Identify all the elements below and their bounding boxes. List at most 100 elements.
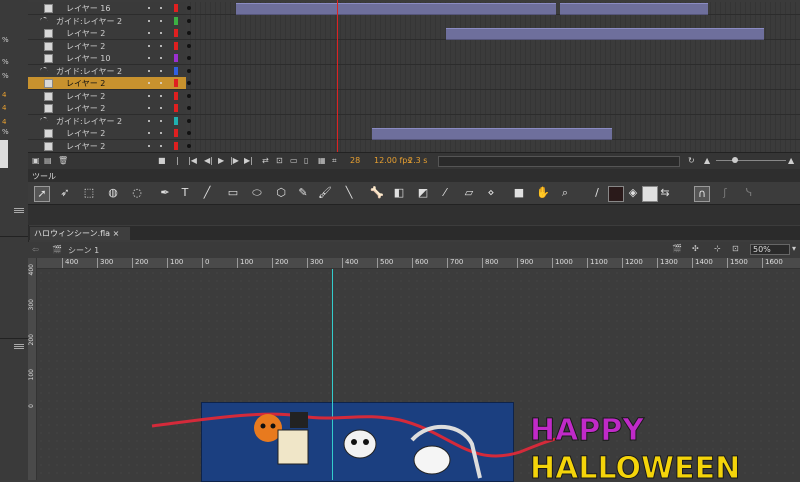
brush-tool-icon[interactable]: 🖌 bbox=[318, 186, 332, 200]
timeline-layer-row[interactable]: レイヤー 10 bbox=[28, 52, 800, 65]
timeline-scrollbar[interactable] bbox=[438, 156, 680, 167]
free-transform-icon[interactable]: ⬚ bbox=[82, 186, 96, 200]
keyframe[interactable] bbox=[187, 6, 191, 10]
oval-tool-icon[interactable]: ⬭ bbox=[250, 186, 264, 200]
sync-icon[interactable]: ↻ bbox=[688, 156, 695, 165]
paint-bucket-icon[interactable]: ◧ bbox=[392, 186, 406, 200]
layer-color-swatch[interactable] bbox=[174, 116, 178, 125]
selection-tool-icon[interactable]: ➚ bbox=[34, 186, 50, 202]
layer-color-swatch[interactable] bbox=[174, 4, 178, 12]
paint-brush-icon[interactable]: ╲ bbox=[342, 186, 356, 200]
timeline-layer-row[interactable]: レイヤー 2 bbox=[28, 139, 800, 153]
timeline-layer-row[interactable]: レイヤー 2 bbox=[28, 89, 800, 103]
center-frame-icon[interactable]: ⊡ bbox=[276, 156, 283, 165]
fill-color-icon[interactable]: ◈ bbox=[626, 186, 640, 200]
keyframe[interactable] bbox=[187, 43, 191, 48]
keyframe[interactable] bbox=[187, 81, 191, 85]
layer-name[interactable]: レイヤー 2 bbox=[66, 28, 105, 39]
visibility-dot[interactable] bbox=[148, 132, 150, 134]
camera-tool-icon[interactable]: ■ bbox=[512, 186, 526, 200]
layer-header[interactable]: レイヤー 2 bbox=[28, 89, 186, 102]
timeline-layer-row[interactable]: レイヤー 16 bbox=[28, 2, 800, 15]
keyframe[interactable] bbox=[187, 31, 191, 35]
pencil-tool-icon[interactable]: ✎ bbox=[296, 186, 310, 200]
zoom-slider[interactable] bbox=[716, 160, 786, 161]
timeline-layer-row[interactable]: レイヤー 2 bbox=[28, 39, 800, 53]
timeline-layer-row[interactable]: レイヤー 2 bbox=[28, 77, 800, 90]
loop-icon[interactable]: ⇄ bbox=[262, 156, 269, 165]
layer-name[interactable]: ガイド:レイヤー 2 bbox=[56, 116, 122, 127]
timeline-layer-row[interactable]: レイヤー 2 bbox=[28, 127, 800, 140]
halloween-artwork[interactable]: HAPPY HALLOWEEN bbox=[0, 380, 800, 480]
visibility-dot[interactable] bbox=[148, 32, 150, 34]
stroke-color-swatch[interactable] bbox=[608, 186, 624, 202]
layer-color-swatch[interactable] bbox=[174, 79, 178, 87]
timeline-layer-row[interactable]: ガイド:レイヤー 2 bbox=[28, 14, 800, 28]
visibility-dot[interactable] bbox=[160, 19, 162, 22]
timeline-layer-row[interactable]: ガイド:レイヤー 2 bbox=[28, 64, 800, 78]
layer-header[interactable]: ガイド:レイヤー 2 bbox=[28, 14, 186, 27]
layer-color-swatch[interactable] bbox=[174, 54, 178, 62]
prev-frame-icon[interactable]: ◀| bbox=[204, 156, 213, 165]
visibility-dot[interactable] bbox=[160, 107, 162, 109]
timeline-layer-row[interactable]: ガイド:レイヤー 2 bbox=[28, 114, 800, 128]
scene-name[interactable]: シーン 1 bbox=[68, 245, 99, 256]
edit-symbol-icon[interactable]: ✣ bbox=[692, 244, 699, 253]
layer-name[interactable]: レイヤー 10 bbox=[66, 53, 110, 64]
stroke-color-icon[interactable]: / bbox=[590, 186, 604, 200]
layer-header[interactable]: レイヤー 10 bbox=[28, 52, 186, 64]
next-frame-icon[interactable]: |▶ bbox=[230, 156, 239, 165]
zoom-in-icon[interactable]: ▲ bbox=[788, 156, 794, 165]
onion-skin-icon[interactable]: ▭ bbox=[290, 156, 298, 165]
pen-tool-icon[interactable]: ✒ bbox=[158, 186, 172, 200]
rectangle-tool-icon[interactable]: ▭ bbox=[226, 186, 240, 200]
layer-name[interactable]: レイヤー 2 bbox=[66, 78, 105, 89]
layer-color-swatch[interactable] bbox=[174, 104, 178, 112]
camera-icon[interactable]: ■ bbox=[158, 156, 166, 165]
visibility-dot[interactable] bbox=[148, 119, 150, 122]
timeline-layer-row[interactable]: レイヤー 2 bbox=[28, 102, 800, 115]
motion-tween[interactable] bbox=[236, 3, 556, 15]
ink-bottle-icon[interactable]: ◩ bbox=[416, 186, 430, 200]
subselection-tool-icon[interactable]: ➶ bbox=[58, 186, 72, 200]
panel-menu-icon[interactable] bbox=[14, 344, 24, 345]
keyframe[interactable] bbox=[187, 18, 191, 23]
keyframe[interactable] bbox=[187, 131, 191, 135]
new-layer-icon[interactable]: ▣ bbox=[32, 156, 40, 165]
visibility-dot[interactable] bbox=[148, 57, 150, 59]
value-label[interactable]: 4 bbox=[2, 118, 6, 126]
polystar-tool-icon[interactable]: ⬡ bbox=[274, 186, 288, 200]
play-icon[interactable]: ▶ bbox=[218, 156, 224, 165]
visibility-dot[interactable] bbox=[160, 94, 162, 97]
fps-value[interactable]: 12.00 fps bbox=[374, 156, 412, 165]
frame-track[interactable] bbox=[186, 102, 800, 114]
layer-header[interactable]: レイヤー 2 bbox=[28, 27, 186, 39]
layer-header[interactable]: レイヤー 2 bbox=[28, 139, 186, 152]
layer-name[interactable]: ガイド:レイヤー 2 bbox=[56, 16, 122, 27]
visibility-dot[interactable] bbox=[148, 94, 150, 97]
swatch[interactable] bbox=[0, 140, 8, 168]
visibility-dot[interactable] bbox=[160, 57, 162, 59]
layer-header[interactable]: レイヤー 2 bbox=[28, 77, 186, 89]
motion-tween[interactable] bbox=[446, 28, 764, 40]
snap-magnet-icon[interactable]: ∩ bbox=[694, 186, 710, 202]
keyframe[interactable] bbox=[187, 118, 191, 123]
keyframe[interactable] bbox=[187, 93, 191, 98]
frame-track[interactable] bbox=[186, 14, 800, 27]
frame-track[interactable] bbox=[186, 39, 800, 52]
layer-color-swatch[interactable] bbox=[174, 129, 178, 137]
frame-track[interactable] bbox=[186, 139, 800, 152]
layer-name[interactable]: レイヤー 2 bbox=[66, 128, 105, 139]
text-tool-icon[interactable]: T bbox=[178, 186, 192, 200]
frame-track[interactable] bbox=[186, 89, 800, 102]
zoom-out-icon[interactable]: ▲ bbox=[704, 156, 710, 165]
visibility-dot[interactable] bbox=[160, 7, 162, 9]
motion-tween[interactable] bbox=[372, 128, 612, 140]
chevron-down-icon[interactable]: ▾ bbox=[792, 244, 796, 253]
layer-header[interactable]: レイヤー 16 bbox=[28, 2, 186, 14]
layer-name[interactable]: レイヤー 16 bbox=[66, 3, 110, 14]
elapsed-time[interactable]: 2.3 s bbox=[408, 156, 427, 165]
onion-outline-icon[interactable]: ▯ bbox=[304, 156, 308, 165]
current-frame[interactable]: 28 bbox=[350, 156, 360, 165]
layer-name[interactable]: レイヤー 2 bbox=[66, 141, 105, 152]
